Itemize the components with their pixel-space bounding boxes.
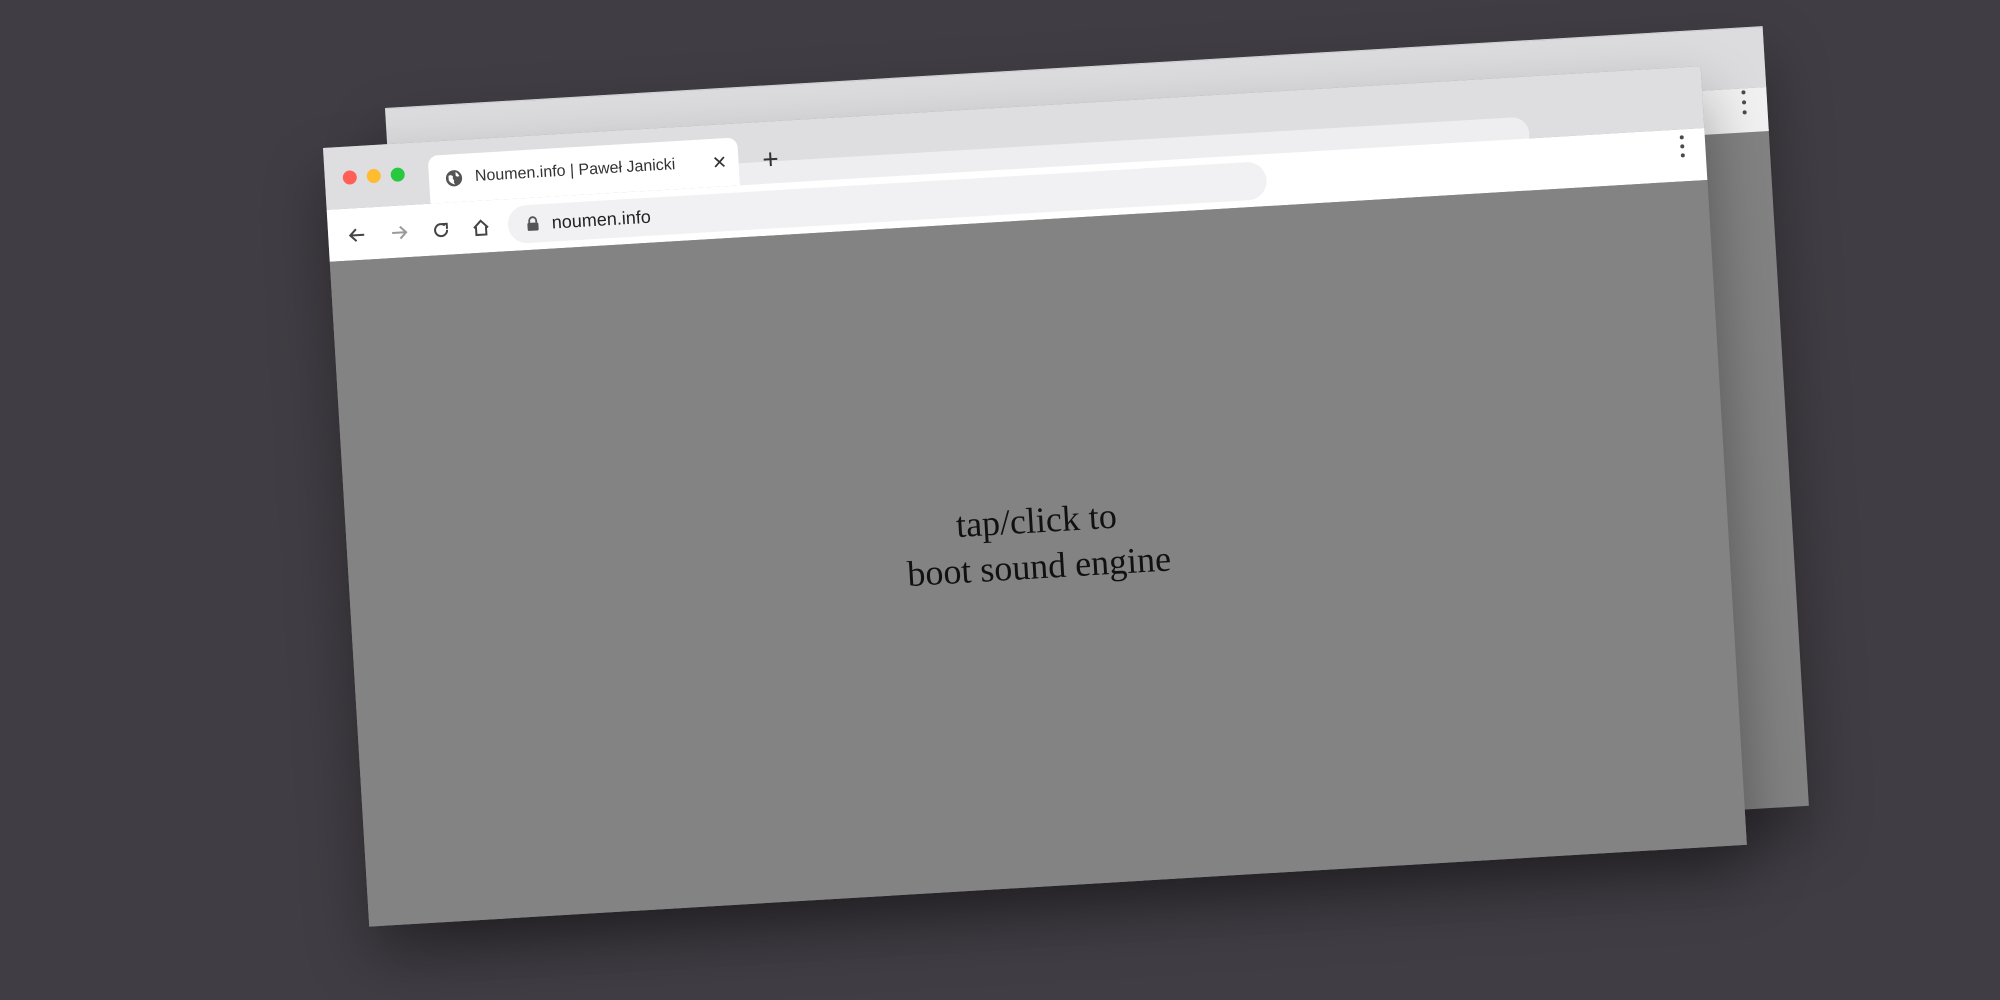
arrow-left-icon bbox=[348, 228, 365, 242]
home-button[interactable] bbox=[465, 212, 497, 244]
address-bar-url: noumen.info bbox=[551, 206, 652, 233]
page-content[interactable]: tap/click to boot sound engine bbox=[329, 179, 1747, 927]
kebab-menu-icon[interactable] bbox=[1679, 135, 1686, 158]
new-tab-button[interactable]: + bbox=[751, 140, 789, 178]
window-controls bbox=[342, 167, 406, 185]
tab-close-icon[interactable]: ✕ bbox=[704, 151, 735, 174]
minimize-window-button[interactable] bbox=[366, 168, 382, 184]
browser-window: Noumen.info | Paweł Janicki ✕ + noumen.i… bbox=[323, 66, 1747, 927]
boot-sound-engine-prompt[interactable]: tap/click to boot sound engine bbox=[903, 490, 1172, 597]
reload-button[interactable] bbox=[425, 214, 457, 246]
home-icon bbox=[473, 219, 489, 237]
back-button[interactable] bbox=[341, 219, 373, 251]
reload-icon bbox=[434, 222, 449, 238]
tab-title: Noumen.info | Paweł Janicki bbox=[474, 156, 676, 186]
maximize-window-button[interactable] bbox=[390, 167, 406, 183]
close-window-button[interactable] bbox=[342, 170, 358, 185]
lock-icon bbox=[527, 216, 539, 231]
globe-icon bbox=[445, 170, 463, 187]
forward-button[interactable] bbox=[383, 217, 415, 249]
arrow-right-icon bbox=[392, 225, 408, 240]
